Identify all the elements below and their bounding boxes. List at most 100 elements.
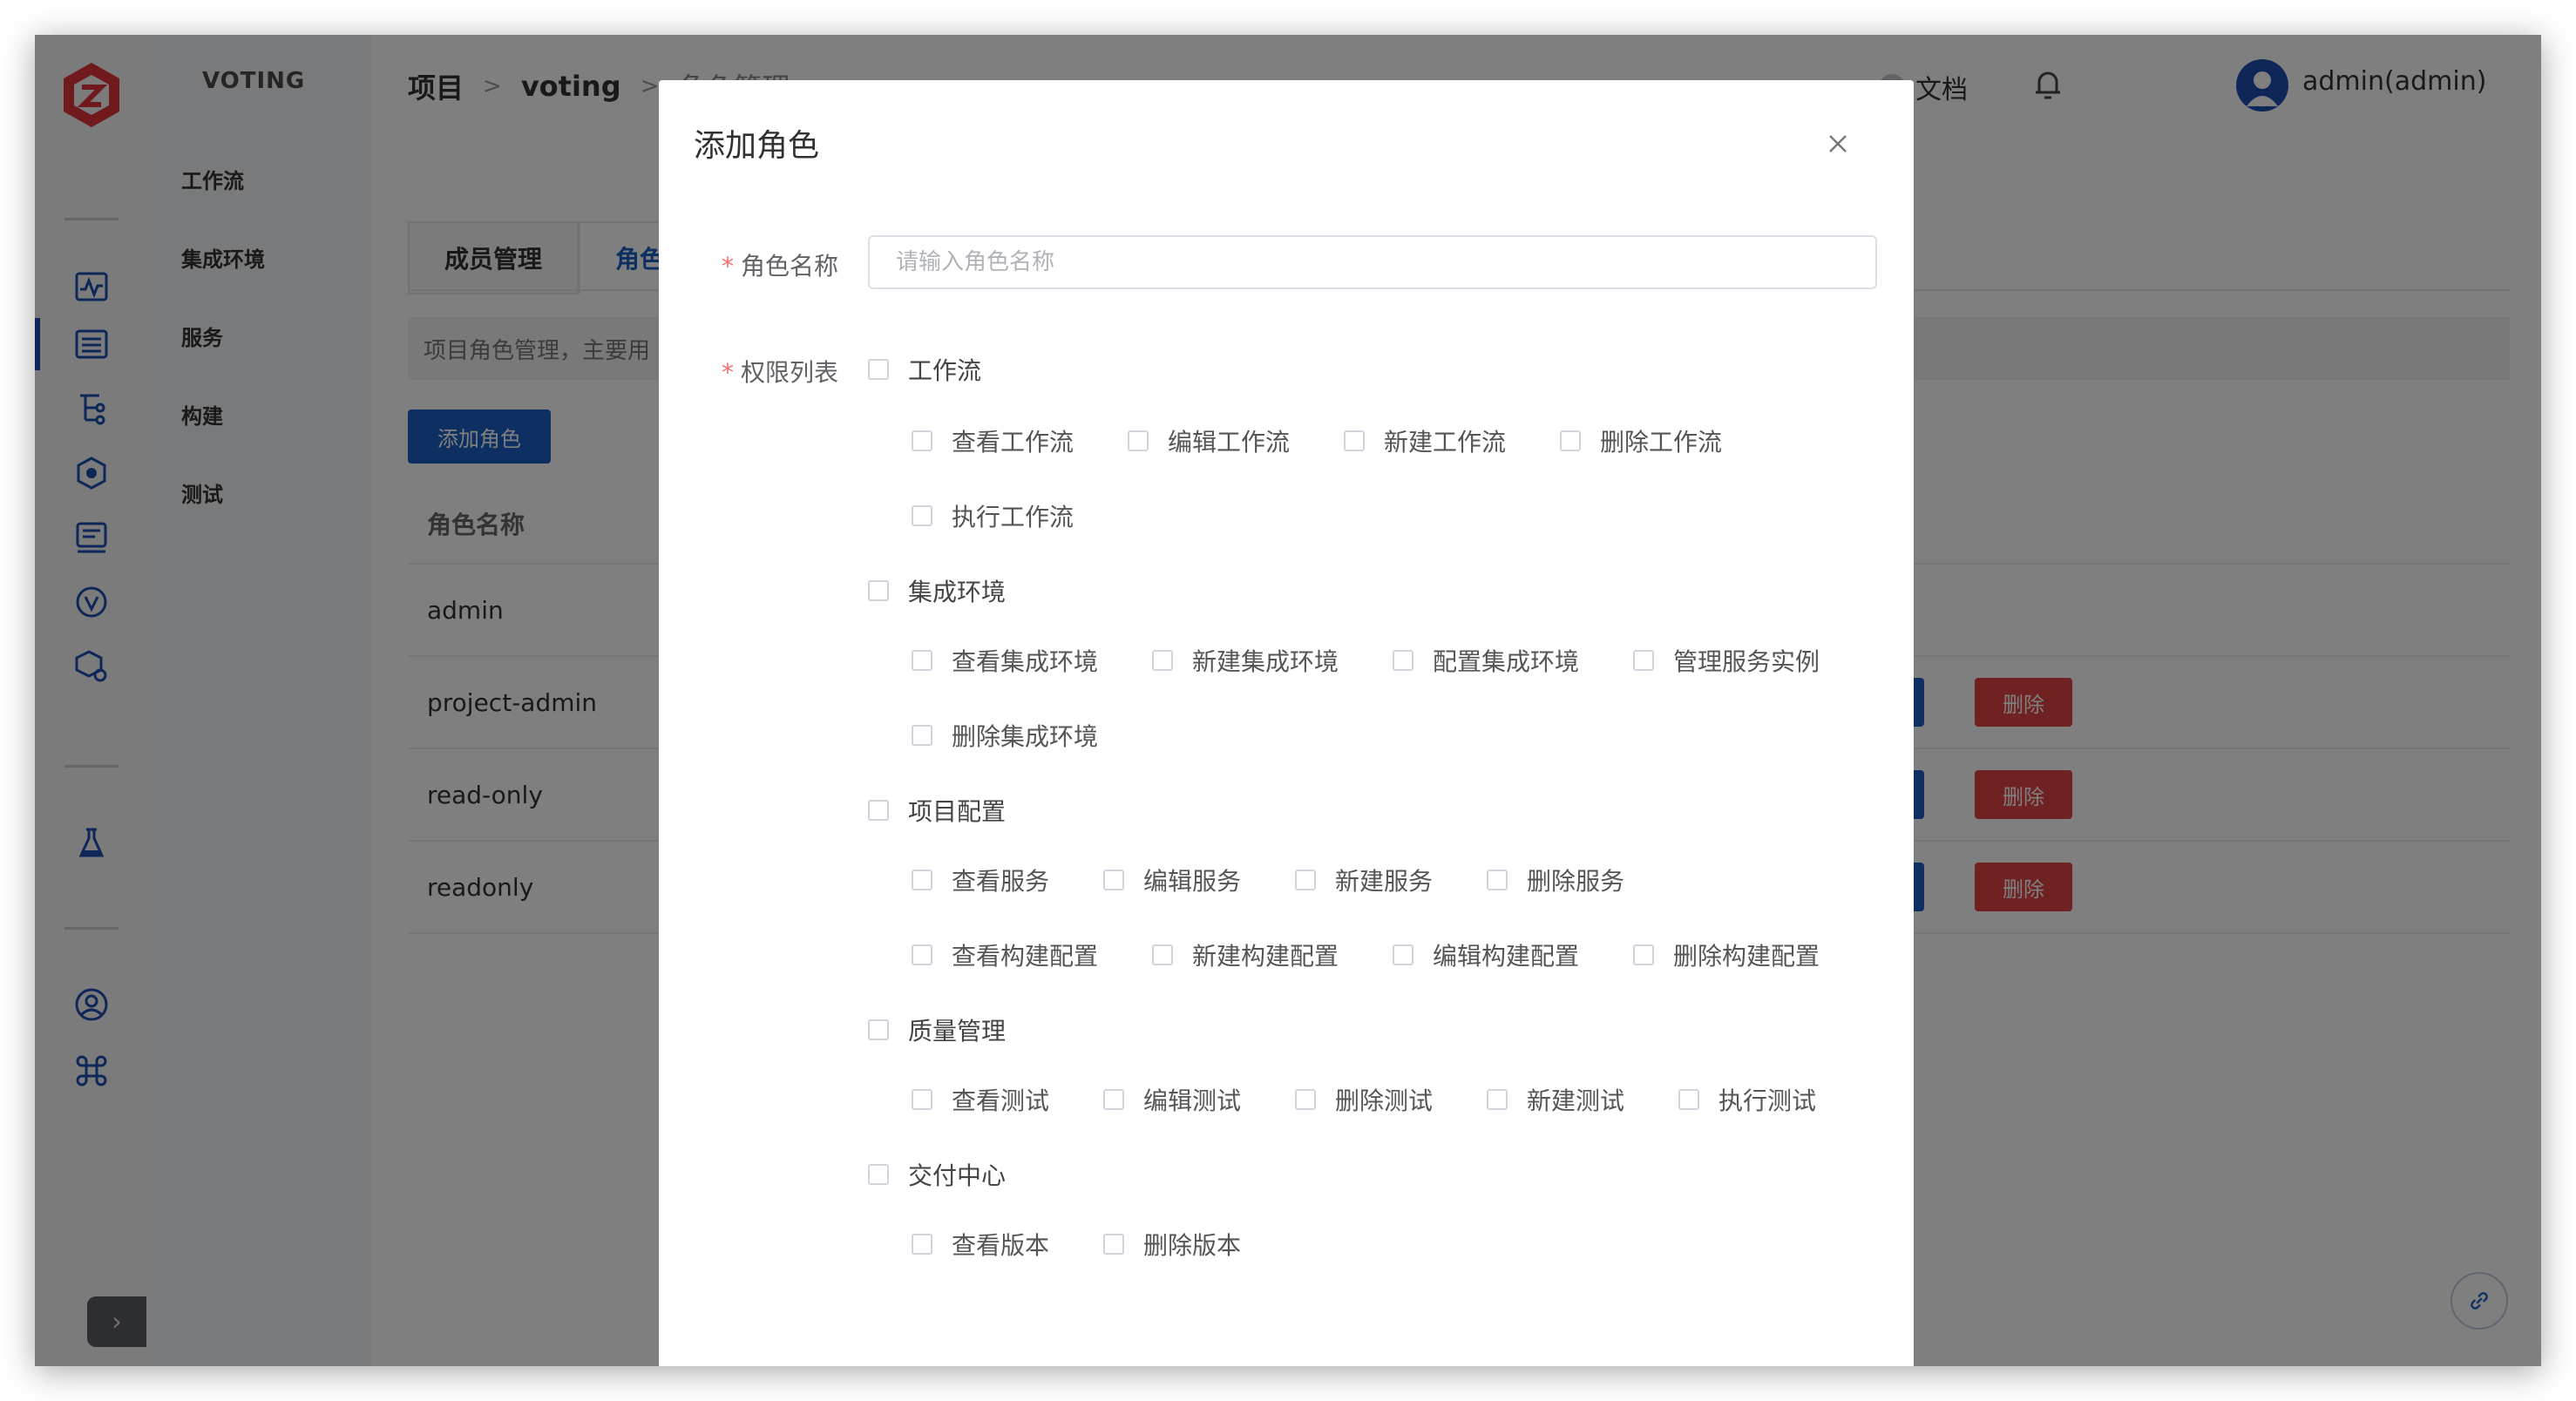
checkbox[interactable]	[868, 800, 889, 821]
checkbox-label: 删除测试	[1335, 1086, 1434, 1115]
permission-checkbox[interactable]: 查看服务	[912, 863, 1049, 897]
permission-checkbox[interactable]: 删除工作流	[1560, 423, 1722, 458]
required-mark: *	[721, 252, 734, 281]
checkbox-label: 查看集成环境	[952, 647, 1099, 676]
checkbox-label: 查看版本	[952, 1231, 1050, 1260]
checkbox[interactable]	[1344, 430, 1365, 451]
permission-group-delivery[interactable]: 交付中心	[868, 1157, 1006, 1192]
permission-checkbox[interactable]: 新建工作流	[1344, 423, 1506, 458]
permission-checkbox[interactable]: 查看测试	[912, 1082, 1049, 1117]
permission-checkbox[interactable]: 执行测试	[1678, 1082, 1816, 1117]
required-mark: *	[721, 358, 734, 387]
permission-checkbox[interactable]: 编辑测试	[1103, 1082, 1241, 1117]
permission-checkbox[interactable]: 新建构建配置	[1152, 937, 1339, 972]
checkbox[interactable]	[1152, 944, 1173, 965]
checkbox[interactable]	[1487, 1089, 1508, 1110]
add-role-dialog: 添加角色 *角色名称 *权限列表 工作流 查看工作流 编辑工作流 新建工作流 删…	[659, 80, 1914, 1366]
checkbox[interactable]	[1103, 870, 1124, 890]
checkbox[interactable]	[912, 505, 932, 526]
checkbox[interactable]	[868, 580, 889, 601]
permission-checkbox[interactable]: 删除集成环境	[912, 718, 1098, 753]
close-icon[interactable]	[1825, 131, 1851, 157]
checkbox[interactable]	[912, 944, 932, 965]
checkbox[interactable]	[1295, 870, 1316, 890]
role-name-label-text: 角色名称	[740, 252, 838, 281]
checkbox-label: 查看工作流	[952, 428, 1074, 457]
checkbox-label: 交付中心	[908, 1161, 1007, 1190]
dialog-title: 添加角色	[694, 128, 820, 164]
checkbox[interactable]	[1152, 650, 1173, 671]
permission-checkbox[interactable]: 查看工作流	[912, 423, 1074, 458]
permission-group-workflow[interactable]: 工作流	[868, 352, 981, 387]
checkbox-label: 新建集成环境	[1192, 647, 1339, 676]
permission-group-environment[interactable]: 集成环境	[868, 573, 1006, 608]
checkbox[interactable]	[912, 430, 932, 451]
checkbox[interactable]	[1103, 1234, 1124, 1255]
checkbox-label: 编辑工作流	[1168, 428, 1291, 457]
checkbox-label: 编辑服务	[1143, 867, 1242, 896]
permission-checkbox[interactable]: 删除服务	[1487, 863, 1624, 897]
role-name-input[interactable]	[868, 235, 1877, 289]
checkbox-label: 查看测试	[952, 1086, 1050, 1115]
permission-checkbox[interactable]: 查看版本	[912, 1227, 1049, 1262]
checkbox-label: 项目配置	[908, 797, 1007, 826]
checkbox[interactable]	[1103, 1089, 1124, 1110]
permission-checkbox[interactable]: 编辑工作流	[1128, 423, 1290, 458]
permission-checkbox[interactable]: 管理服务实例	[1633, 643, 1820, 678]
checkbox[interactable]	[1633, 650, 1654, 671]
checkbox[interactable]	[1295, 1089, 1316, 1110]
checkbox[interactable]	[1487, 870, 1508, 890]
checkbox-label: 工作流	[908, 356, 982, 385]
checkbox[interactable]	[1393, 650, 1413, 671]
permission-group-project-config[interactable]: 项目配置	[868, 793, 1006, 828]
checkbox[interactable]	[1560, 430, 1581, 451]
permissions-label-text: 权限列表	[740, 358, 838, 387]
permissions-label: * 权限列表	[664, 354, 838, 389]
checkbox-label: 新建测试	[1527, 1086, 1625, 1115]
checkbox-label: 删除工作流	[1600, 428, 1723, 457]
checkbox-label: 集成环境	[908, 578, 1007, 606]
checkbox-label: 执行测试	[1718, 1086, 1817, 1115]
checkbox[interactable]	[1393, 944, 1413, 965]
checkbox[interactable]	[912, 870, 932, 890]
permission-checkbox[interactable]: 配置集成环境	[1393, 643, 1579, 678]
checkbox-label: 删除集成环境	[952, 722, 1099, 751]
permission-checkbox[interactable]: 查看集成环境	[912, 643, 1098, 678]
role-name-label: * 角色名称	[664, 247, 838, 282]
checkbox[interactable]	[868, 359, 889, 380]
permission-checkbox[interactable]: 新建服务	[1295, 863, 1433, 897]
checkbox[interactable]	[1678, 1089, 1699, 1110]
checkbox-label: 删除构建配置	[1673, 942, 1820, 971]
permission-checkbox[interactable]: 执行工作流	[912, 498, 1074, 533]
checkbox-label: 配置集成环境	[1433, 647, 1580, 676]
permission-checkbox[interactable]: 查看构建配置	[912, 937, 1098, 972]
checkbox-label: 管理服务实例	[1673, 647, 1820, 676]
checkbox-label: 删除服务	[1527, 867, 1625, 896]
checkbox-label: 新建构建配置	[1192, 942, 1339, 971]
checkbox-label: 查看构建配置	[952, 942, 1099, 971]
permission-checkbox[interactable]: 删除构建配置	[1633, 937, 1820, 972]
permission-checkbox[interactable]: 新建测试	[1487, 1082, 1624, 1117]
checkbox[interactable]	[912, 1089, 932, 1110]
checkbox[interactable]	[868, 1164, 889, 1185]
permission-checkbox[interactable]: 编辑构建配置	[1393, 937, 1579, 972]
checkbox-label: 执行工作流	[952, 503, 1074, 531]
permission-group-quality[interactable]: 质量管理	[868, 1012, 1006, 1047]
app-window: › VOTING 工作流 集成环境 服务 构建 测试 项目 > voting >…	[35, 35, 2541, 1366]
checkbox[interactable]	[912, 650, 932, 671]
checkbox-label: 新建工作流	[1384, 428, 1507, 457]
checkbox-label: 删除版本	[1143, 1231, 1242, 1260]
checkbox[interactable]	[1128, 430, 1149, 451]
checkbox[interactable]	[912, 725, 932, 746]
checkbox-label: 质量管理	[908, 1017, 1007, 1046]
checkbox[interactable]	[1633, 944, 1654, 965]
permission-checkbox[interactable]: 编辑服务	[1103, 863, 1241, 897]
checkbox[interactable]	[912, 1234, 932, 1255]
checkbox[interactable]	[868, 1019, 889, 1040]
checkbox-label: 编辑构建配置	[1433, 942, 1580, 971]
checkbox-label: 编辑测试	[1143, 1086, 1242, 1115]
permission-checkbox[interactable]: 删除版本	[1103, 1227, 1241, 1262]
checkbox-label: 查看服务	[952, 867, 1050, 896]
permission-checkbox[interactable]: 删除测试	[1295, 1082, 1433, 1117]
permission-checkbox[interactable]: 新建集成环境	[1152, 643, 1339, 678]
